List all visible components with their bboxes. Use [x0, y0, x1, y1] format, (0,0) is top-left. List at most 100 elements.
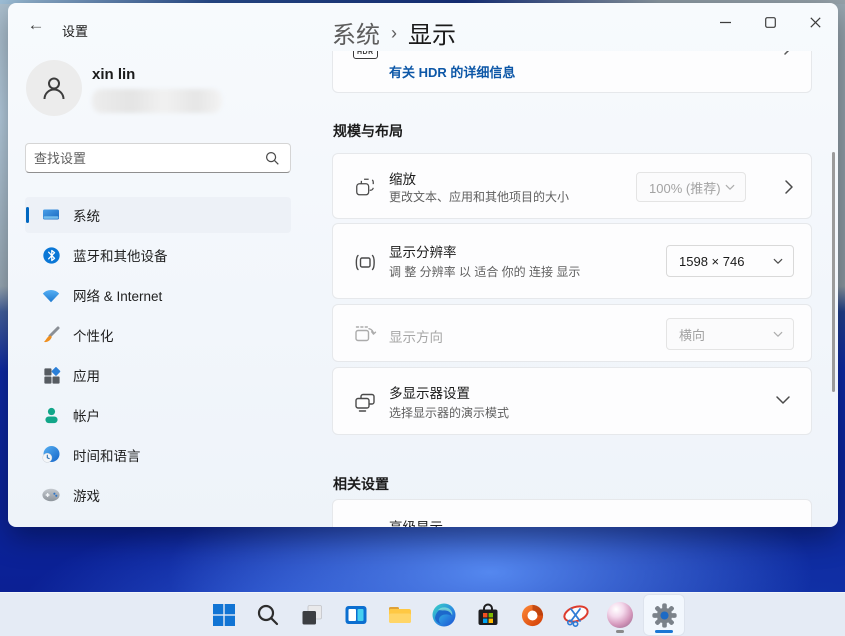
- breadcrumb: 系统 › 显示: [332, 15, 456, 50]
- window-title: 设置: [62, 21, 88, 40]
- chevron-right-icon: [783, 51, 793, 56]
- hdr-info-link[interactable]: 有关 HDR 的详细信息: [389, 62, 515, 81]
- breadcrumb-separator: ›: [391, 21, 397, 44]
- hdr-card[interactable]: HDR 有关 HDR 的详细信息: [332, 51, 812, 93]
- sidebar-item-label: 时间和语言: [73, 445, 141, 465]
- advanced-display-title: 高级显示: [389, 516, 443, 527]
- main-pane: 系统 › 显示 HDR 有关 HDR 的详细信息 规模与布局: [332, 3, 812, 527]
- settings-window: ← 设置 xin lin: [8, 3, 838, 527]
- avatar[interactable]: [26, 60, 82, 116]
- edge-button[interactable]: [424, 595, 464, 635]
- chevron-down-icon[interactable]: [775, 395, 791, 405]
- scale-dropdown: 100% (推荐): [636, 172, 746, 202]
- scale-row[interactable]: 缩放 更改文本、应用和其他项目的大小 100% (推荐): [332, 153, 812, 219]
- windows-logo-icon: [212, 603, 236, 627]
- hdr-badge-icon: HDR: [353, 51, 378, 59]
- sidebar-item-label: 蓝牙和其他设备: [73, 245, 168, 265]
- scale-dropdown-value: 100% (推荐): [649, 178, 721, 197]
- office-icon: [520, 603, 545, 628]
- orientation-row: 显示方向 横向: [332, 304, 812, 362]
- orientation-dropdown: 横向: [666, 318, 794, 350]
- breadcrumb-system[interactable]: 系统: [332, 15, 380, 50]
- chevron-down-icon: [773, 258, 783, 265]
- settings-app-button[interactable]: [644, 595, 684, 635]
- multi-display-title: 多显示器设置: [389, 382, 470, 402]
- person-icon: [41, 405, 61, 425]
- start-button[interactable]: [204, 595, 244, 635]
- sidebar-item-apps[interactable]: 应用: [25, 357, 291, 393]
- user-app-avatar-icon: [607, 602, 633, 628]
- clock-globe-icon: [41, 445, 61, 465]
- scale-title: 缩放: [389, 168, 416, 188]
- microsoft-store-button[interactable]: [468, 595, 508, 635]
- sidebar-item-personalization[interactable]: 个性化: [25, 317, 291, 353]
- taskbar: [0, 592, 845, 636]
- file-explorer-button[interactable]: [380, 595, 420, 635]
- settings-scroll-area: HDR 有关 HDR 的详细信息 规模与布局 缩放 更改文本、应用和其他项目的大…: [332, 51, 812, 527]
- search-input[interactable]: [26, 151, 265, 166]
- paintbrush-icon: [41, 325, 61, 345]
- user-name: xin lin: [92, 66, 135, 83]
- sidebar-item-bluetooth-devices[interactable]: 蓝牙和其他设备: [25, 237, 291, 273]
- file-explorer-icon: [387, 602, 413, 628]
- scale-icon: [352, 174, 378, 200]
- system-laptop-icon: [41, 205, 61, 225]
- page-title: 显示: [408, 15, 456, 50]
- chevron-down-icon: [773, 331, 783, 338]
- chevron-right-icon[interactable]: [784, 179, 794, 195]
- resolution-dropdown[interactable]: 1598 × 746: [666, 245, 794, 277]
- sidebar-item-label: 应用: [73, 365, 100, 385]
- resolution-icon: [352, 249, 378, 275]
- back-button[interactable]: ←: [20, 11, 52, 39]
- taskbar-search-button[interactable]: [248, 595, 288, 635]
- task-view-button[interactable]: [292, 595, 332, 635]
- person-outline-icon: [39, 73, 69, 103]
- orientation-dropdown-value: 横向: [679, 325, 705, 344]
- resolution-dropdown-value: 1598 × 746: [679, 254, 744, 269]
- task-view-icon: [300, 603, 324, 627]
- sidebar-item-gaming[interactable]: 游戏: [25, 477, 291, 513]
- user-email-redacted: [92, 89, 222, 113]
- scale-subtitle: 更改文本、应用和其他项目的大小: [389, 188, 569, 205]
- advanced-display-row[interactable]: 高级显示: [332, 499, 812, 527]
- edge-browser-icon: [431, 602, 457, 628]
- chevron-down-icon: [725, 184, 735, 191]
- vertical-scrollbar[interactable]: [832, 152, 835, 392]
- orientation-title: 显示方向: [389, 326, 443, 346]
- section-related-settings: 相关设置: [333, 474, 389, 494]
- multi-display-row[interactable]: 多显示器设置 选择显示器的演示模式: [332, 367, 812, 435]
- advanced-display-icon: [352, 522, 378, 527]
- settings-gear-icon: [651, 602, 678, 629]
- resolution-title: 显示分辨率: [389, 241, 457, 261]
- sidebar-item-label: 系统: [73, 205, 100, 225]
- bluetooth-icon: [41, 245, 61, 265]
- sidebar-item-label: 帐户: [73, 405, 100, 425]
- widgets-button[interactable]: [336, 595, 376, 635]
- taskbar-icons: [204, 595, 684, 635]
- apps-grid-icon: [41, 365, 61, 385]
- sidebar-item-label: 游戏: [73, 485, 100, 505]
- sidebar-item-accounts[interactable]: 帐户: [25, 397, 291, 433]
- sidebar-item-network-internet[interactable]: 网络 & Internet: [25, 277, 291, 313]
- screenshot-tool-button[interactable]: [556, 595, 596, 635]
- widgets-icon: [344, 603, 368, 627]
- search-icon: [256, 603, 280, 627]
- office-button[interactable]: [512, 595, 552, 635]
- microsoft-store-icon: [475, 602, 501, 628]
- resolution-subtitle: 调 整 分辨率 以 适合 你的 连接 显示: [389, 263, 580, 280]
- multi-display-subtitle: 选择显示器的演示模式: [389, 404, 509, 421]
- user-app-button[interactable]: [600, 595, 640, 635]
- game-controller-icon: [41, 485, 61, 505]
- search-box[interactable]: [25, 143, 291, 173]
- sidebar-item-label: 网络 & Internet: [73, 285, 162, 305]
- sidebar-item-system[interactable]: 系统: [25, 197, 291, 233]
- resolution-row: 显示分辨率 调 整 分辨率 以 适合 你的 连接 显示 1598 × 746: [332, 223, 812, 299]
- sidebar-item-label: 个性化: [73, 325, 114, 345]
- sidebar-item-time-language[interactable]: 时间和语言: [25, 437, 291, 473]
- section-scale-layout: 规模与布局: [333, 121, 403, 141]
- search-icon: [265, 151, 280, 166]
- multi-display-icon: [352, 389, 378, 415]
- wifi-icon: [41, 285, 61, 305]
- screenshot-tool-icon: [562, 602, 590, 628]
- orientation-icon: [352, 321, 378, 347]
